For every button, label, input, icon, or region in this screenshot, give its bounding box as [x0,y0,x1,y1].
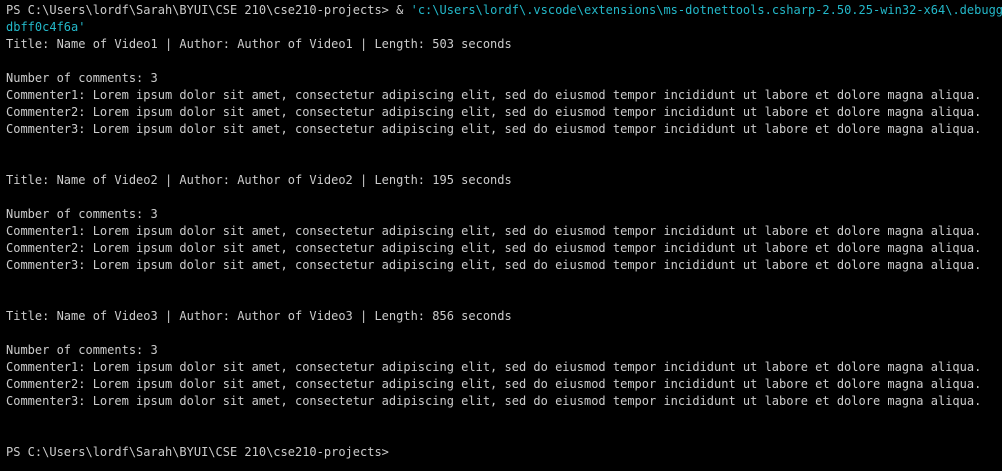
comment-line: Commenter3: Lorem ipsum dolor sit amet, … [6,394,982,408]
video-block-1: Title: Name of Video1 | Author: Author o… [6,36,1002,172]
final-prompt[interactable]: PS C:\Users\lordf\Sarah\BYUI\CSE 210\cse… [6,444,1002,461]
comment-count-line: Number of comments: 3 [6,207,158,221]
prompt-text: PS C:\Users\lordf\Sarah\BYUI\CSE 210\cse… [6,3,389,17]
command-line: PS C:\Users\lordf\Sarah\BYUI\CSE 210\cse… [6,2,1002,19]
video-title-line: Title: Name of Video3 | Author: Author o… [6,309,512,323]
comment-count-line: Number of comments: 3 [6,71,158,85]
comment-line: Commenter1: Lorem ipsum dolor sit amet, … [6,224,982,238]
comment-line: Commenter3: Lorem ipsum dolor sit amet, … [6,122,982,136]
comment-line: Commenter2: Lorem ipsum dolor sit amet, … [6,105,982,119]
comment-count-line: Number of comments: 3 [6,343,158,357]
video-block-3: Title: Name of Video3 | Author: Author o… [6,308,1002,444]
command-operator: & [388,3,411,17]
video-block-2: Title: Name of Video2 | Author: Author o… [6,172,1002,308]
command-path-continued: dbff0c4f6a' [6,20,86,34]
terminal-output[interactable]: PS C:\Users\lordf\Sarah\BYUI\CSE 210\cse… [0,0,1002,471]
comment-line: Commenter3: Lorem ipsum dolor sit amet, … [6,258,982,272]
command-path: 'c:\Users\lordf\.vscode\extensions\ms-do… [410,3,1002,17]
comment-line: Commenter2: Lorem ipsum dolor sit amet, … [6,241,982,255]
comment-line: Commenter1: Lorem ipsum dolor sit amet, … [6,360,982,374]
video-title-line: Title: Name of Video2 | Author: Author o… [6,173,512,187]
comment-line: Commenter2: Lorem ipsum dolor sit amet, … [6,377,982,391]
comment-line: Commenter1: Lorem ipsum dolor sit amet, … [6,88,982,102]
video-title-line: Title: Name of Video1 | Author: Author o… [6,37,512,51]
